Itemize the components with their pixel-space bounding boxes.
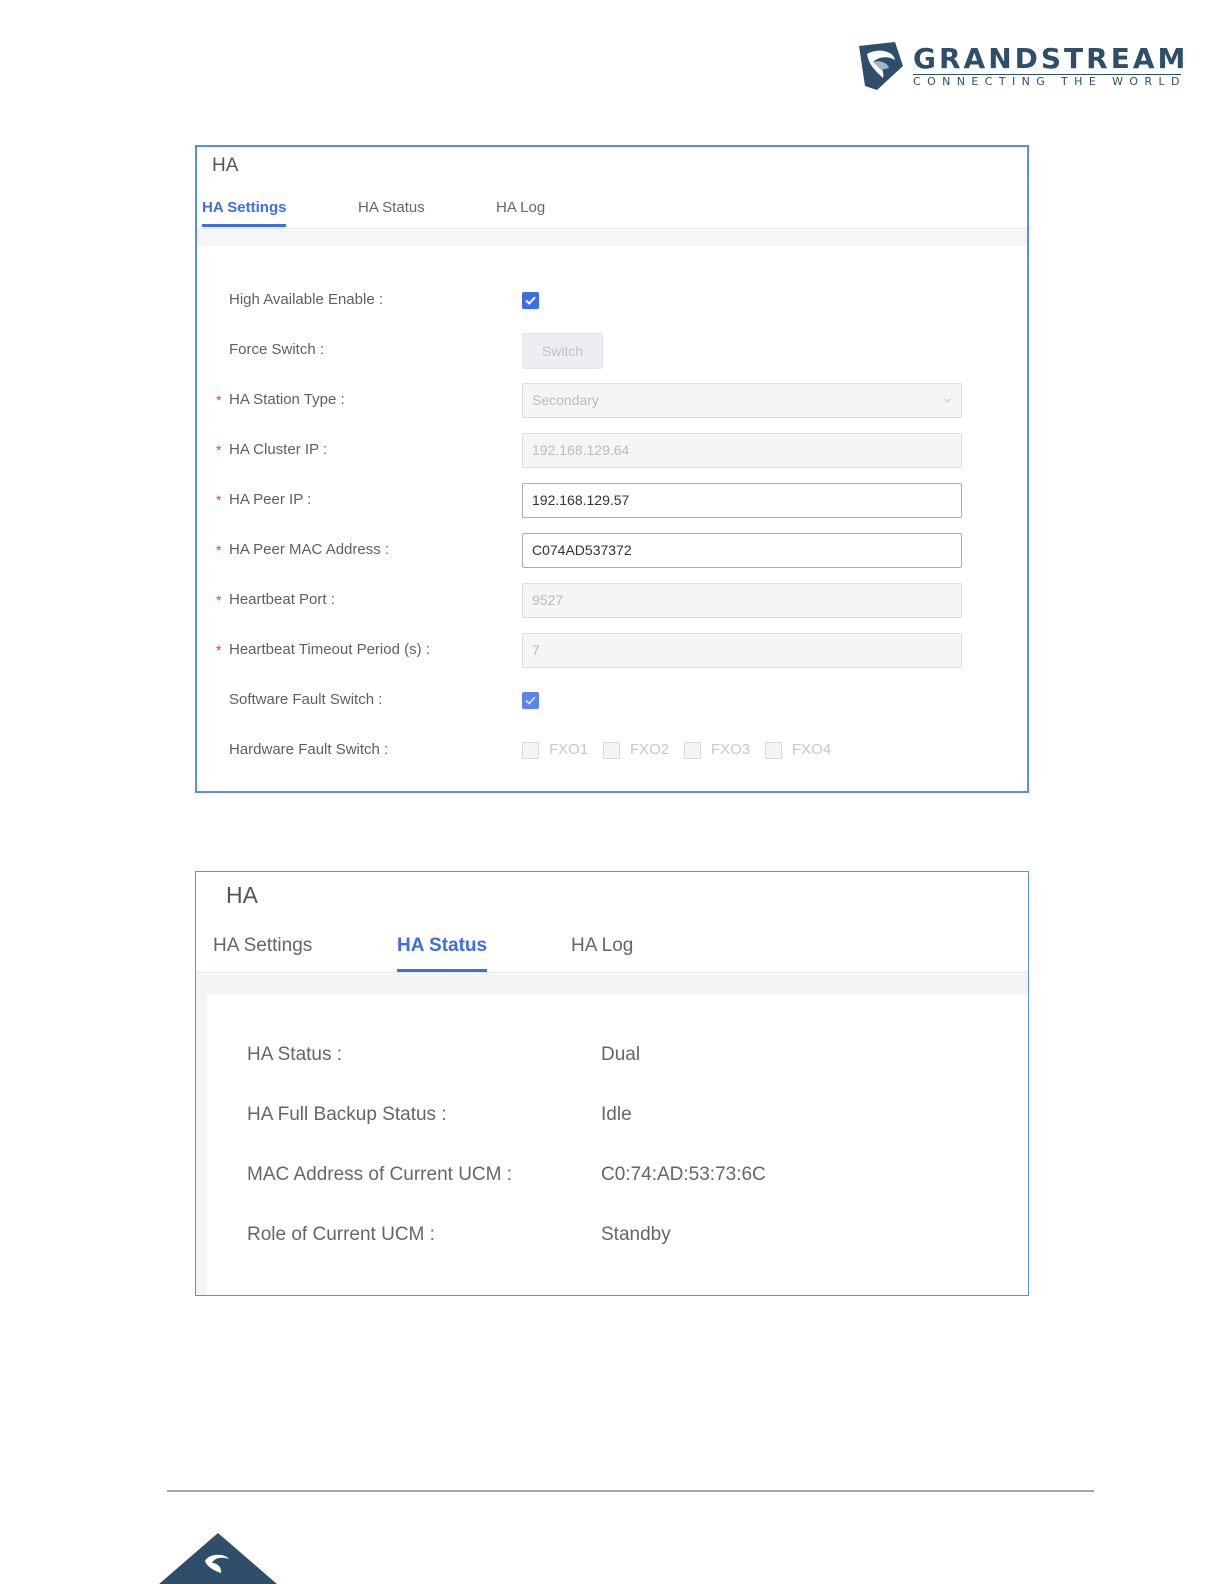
role-label: Role of Current UCM : bbox=[247, 1224, 435, 1245]
ha-peer-mac-label: HA Peer MAC Address : bbox=[229, 541, 390, 558]
grandstream-logo-icon bbox=[859, 42, 903, 90]
force-switch-button[interactable]: Switch bbox=[522, 333, 603, 369]
ha-station-type-select[interactable]: Secondary bbox=[522, 383, 962, 418]
tab-ha-settings[interactable]: HA Settings bbox=[202, 199, 287, 227]
fxo3-label: FXO3 bbox=[711, 741, 751, 758]
status-row-role: Role of Current UCM : Standby bbox=[196, 1224, 1028, 1254]
ha-cluster-ip-input[interactable]: 192.168.129.64 bbox=[522, 433, 962, 468]
panel-title: HA bbox=[212, 155, 239, 176]
row-high-available-enable: High Available Enable : bbox=[197, 283, 1027, 319]
row-heartbeat-timeout: * Heartbeat Timeout Period (s) : 7 bbox=[197, 633, 1027, 669]
role-value: Standby bbox=[601, 1224, 671, 1245]
fxo2-checkbox[interactable] bbox=[603, 742, 620, 759]
heartbeat-timeout-input[interactable]: 7 bbox=[522, 633, 962, 668]
ha-settings-panel: HA HA Settings HA Status HA Log High Ava… bbox=[195, 145, 1029, 793]
footer-rule bbox=[167, 1490, 1094, 1492]
footer-logo-icon bbox=[159, 1533, 277, 1584]
chevron-down-icon bbox=[944, 398, 951, 403]
force-switch-label: Force Switch : bbox=[229, 341, 325, 358]
ha-status-value: Dual bbox=[601, 1044, 641, 1065]
heartbeat-timeout-label: Heartbeat Timeout Period (s) : bbox=[229, 641, 430, 658]
high-available-enable-checkbox[interactable] bbox=[522, 292, 539, 309]
tab-ha-status[interactable]: HA Status bbox=[397, 935, 488, 972]
tab-ha-log[interactable]: HA Log bbox=[496, 199, 545, 216]
mac-address-value: C0:74:AD:53:73:6C bbox=[601, 1164, 766, 1185]
fxo3-checkbox[interactable] bbox=[684, 742, 701, 759]
software-fault-switch-checkbox[interactable] bbox=[522, 692, 539, 709]
required-mark: * bbox=[216, 442, 222, 458]
fxo2-label: FXO2 bbox=[630, 741, 670, 758]
fxo1-label: FXO1 bbox=[549, 741, 589, 758]
status-row-ha-status: HA Status : Dual bbox=[196, 1044, 1028, 1074]
tab-bar: HA Settings HA Status HA Log bbox=[197, 195, 1027, 229]
ha-station-type-label: HA Station Type : bbox=[229, 391, 345, 408]
mac-address-label: MAC Address of Current UCM : bbox=[247, 1164, 513, 1185]
software-fault-switch-label: Software Fault Switch : bbox=[229, 691, 383, 708]
row-ha-peer-ip: * HA Peer IP : 192.168.129.57 bbox=[197, 483, 1027, 519]
heartbeat-port-label: Heartbeat Port : bbox=[229, 591, 335, 608]
hardware-fault-switch-label: Hardware Fault Switch : bbox=[229, 741, 389, 758]
ha-cluster-ip-label: HA Cluster IP : bbox=[229, 441, 328, 458]
check-icon bbox=[525, 296, 536, 305]
row-hardware-fault-switch: Hardware Fault Switch : FXO1 FXO2 FXO3 F… bbox=[197, 733, 1027, 769]
status-row-full-backup: HA Full Backup Status : Idle bbox=[196, 1104, 1028, 1134]
grandstream-logo: GRANDSTREAM CONNECTING THE WORLD bbox=[855, 40, 1185, 95]
ha-peer-ip-input[interactable]: 192.168.129.57 bbox=[522, 483, 962, 518]
full-backup-status-value: Idle bbox=[601, 1104, 632, 1125]
required-mark: * bbox=[216, 392, 222, 408]
ha-peer-mac-input[interactable]: C074AD537372 bbox=[522, 533, 962, 568]
row-heartbeat-port: * Heartbeat Port : 9527 bbox=[197, 583, 1027, 619]
high-available-enable-label: High Available Enable : bbox=[229, 291, 383, 308]
row-ha-cluster-ip: * HA Cluster IP : 192.168.129.64 bbox=[197, 433, 1027, 469]
heartbeat-port-input[interactable]: 9527 bbox=[522, 583, 962, 618]
fxo4-label: FXO4 bbox=[792, 741, 832, 758]
ha-status-panel: HA HA Settings HA Status HA Log HA Statu… bbox=[195, 871, 1029, 1296]
required-mark: * bbox=[216, 542, 222, 558]
ha-peer-ip-label: HA Peer IP : bbox=[229, 491, 312, 508]
row-ha-station-type: * HA Station Type : Secondary bbox=[197, 383, 1027, 419]
required-mark: * bbox=[216, 592, 222, 608]
tab-ha-settings[interactable]: HA Settings bbox=[213, 935, 312, 957]
row-ha-peer-mac: * HA Peer MAC Address : C074AD537372 bbox=[197, 533, 1027, 569]
content-top-band bbox=[196, 974, 1028, 994]
fxo1-checkbox[interactable] bbox=[522, 742, 539, 759]
status-row-mac-address: MAC Address of Current UCM : C0:74:AD:53… bbox=[196, 1164, 1028, 1194]
panel-title: HA bbox=[226, 882, 258, 908]
brand-name: GRANDSTREAM bbox=[913, 42, 1189, 75]
brand-tagline: CONNECTING THE WORLD bbox=[913, 75, 1186, 88]
full-backup-status-label: HA Full Backup Status : bbox=[247, 1104, 447, 1125]
ha-station-type-value: Secondary bbox=[532, 392, 599, 408]
required-mark: * bbox=[216, 492, 222, 508]
fxo4-checkbox[interactable] bbox=[765, 742, 782, 759]
required-mark: * bbox=[216, 642, 222, 658]
ha-status-label: HA Status : bbox=[247, 1044, 343, 1065]
tab-bar: HA Settings HA Status HA Log bbox=[196, 929, 1028, 973]
content-top-band bbox=[197, 230, 1027, 246]
row-software-fault-switch: Software Fault Switch : bbox=[197, 683, 1027, 719]
check-icon bbox=[525, 696, 536, 705]
row-force-switch: Force Switch : Switch bbox=[197, 333, 1027, 369]
tab-ha-status[interactable]: HA Status bbox=[358, 199, 425, 216]
tab-ha-log[interactable]: HA Log bbox=[571, 935, 633, 957]
